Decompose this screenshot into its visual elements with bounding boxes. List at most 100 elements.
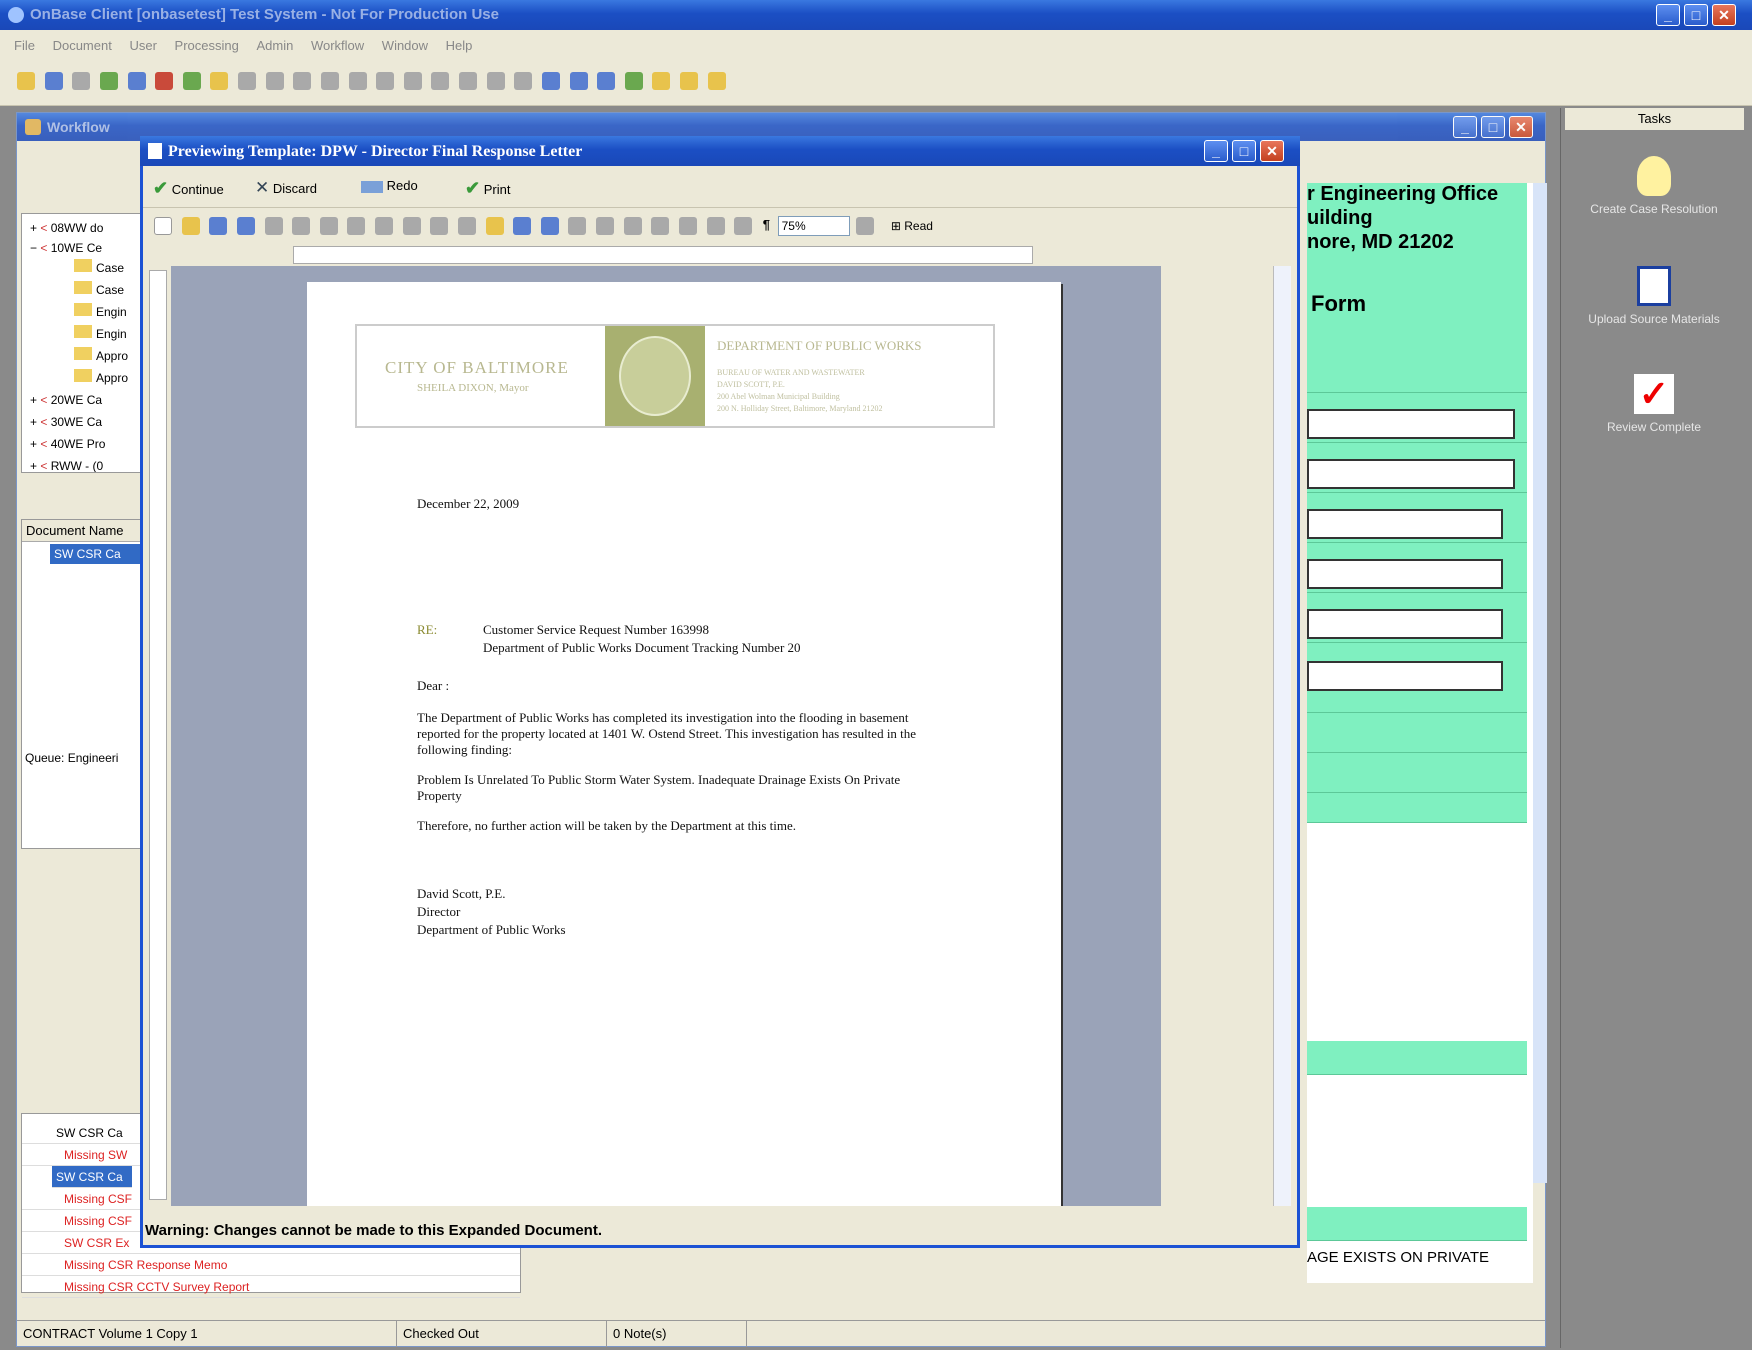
menu-help[interactable]: Help [446,38,473,53]
tree-queue[interactable]: + < RWW - (0 [30,456,103,472]
select-icon[interactable] [403,72,422,90]
continue-button[interactable]: ✔ Continue [153,178,224,199]
save-icon[interactable] [238,72,256,90]
retrieve-icon[interactable] [44,72,63,90]
filter-icon[interactable] [624,72,643,90]
insert-table-icon[interactable] [623,217,642,235]
note-icon[interactable] [486,72,505,90]
help-icon[interactable] [856,217,875,235]
scan-icon[interactable] [265,72,284,90]
forward-icon[interactable] [320,72,339,90]
tree-queue[interactable]: + < 40WE Pro [30,434,105,454]
redo-icon[interactable] [540,217,559,235]
form-field[interactable] [1307,559,1503,589]
form-field[interactable] [1307,661,1503,691]
form-field[interactable] [1307,409,1515,439]
menu-processing[interactable]: Processing [175,38,239,53]
format-painter-icon[interactable] [485,217,504,235]
workflow-minimize-button[interactable]: _ [1453,116,1477,138]
move-icon[interactable] [348,72,367,90]
print-button[interactable]: ✔ Print [465,178,510,199]
tree-folder[interactable]: Appro [74,346,128,366]
preview-close-button[interactable]: ✕ [1260,140,1284,162]
redo-button[interactable]: Redo [361,178,418,193]
excel-icon[interactable] [651,217,670,235]
related-doc-item[interactable]: Missing CSR CCTV Survey Report [22,1276,520,1298]
document-map-icon[interactable] [734,217,753,235]
task-upload-source-materials[interactable]: Upload Source Materials [1571,266,1737,326]
tree-folder[interactable]: Case [74,280,124,300]
tables-icon[interactable] [596,217,614,235]
menu-window[interactable]: Window [382,38,428,53]
form-field[interactable] [1307,609,1503,639]
email-icon[interactable] [264,217,283,235]
drawing-icon[interactable] [706,217,725,235]
menu-user[interactable]: User [129,38,156,53]
related-doc-item[interactable]: SW CSR Ca [52,1166,132,1188]
maximize-button[interactable]: □ [1684,4,1708,26]
minus-icon[interactable] [376,72,395,90]
tree-folder[interactable]: Appro [74,368,128,388]
preview-minimize-button[interactable]: _ [1204,140,1228,162]
new-doc-icon[interactable] [154,217,172,235]
menu-file[interactable]: File [14,38,35,53]
tree-queue[interactable]: + < 30WE Ca [30,412,102,432]
save-icon[interactable] [209,217,228,235]
new-icon[interactable] [17,72,35,90]
menu-admin[interactable]: Admin [256,38,293,53]
cut-icon[interactable] [402,217,421,235]
open-icon[interactable] [181,217,200,235]
print-icon[interactable] [292,217,311,235]
menu-workflow[interactable]: Workflow [311,38,364,53]
menu-document[interactable]: Document [53,38,112,53]
import-icon[interactable] [99,72,118,90]
task-create-case-resolution[interactable]: Create Case Resolution [1571,156,1737,216]
copy-icon[interactable] [430,217,449,235]
share-icon[interactable] [182,72,201,90]
tile-icon[interactable] [541,72,560,90]
minimize-button[interactable]: _ [1656,4,1680,26]
form-field[interactable] [1307,459,1515,489]
tree-folder[interactable]: Engin [74,324,127,344]
folder-icon[interactable] [210,72,229,90]
preview-maximize-button[interactable]: □ [1232,140,1256,162]
close-button[interactable]: ✕ [1712,4,1736,26]
task-review-complete[interactable]: ✓ Review Complete [1571,374,1737,435]
pen-icon[interactable] [459,72,477,90]
undo-icon[interactable] [513,217,532,235]
cascade-icon[interactable] [569,72,588,90]
back-icon[interactable] [293,72,312,90]
workflow-maximize-button[interactable]: □ [1481,116,1505,138]
read-icon: ⊞ [890,219,901,233]
discard-button[interactable]: ✕ Discard [255,178,317,198]
zoom-select[interactable]: 75% [777,216,850,236]
read-button[interactable]: ⊞ Read [891,219,933,233]
tree-queue[interactable]: + < 08WW do [30,218,103,238]
tree-queue[interactable]: − < 10WE Ce [30,238,102,258]
show-hide-icon[interactable]: ¶ [763,217,770,232]
document-scrollbar[interactable] [1273,266,1291,1206]
annotate-icon[interactable] [431,72,450,90]
related-doc-item[interactable]: Missing CSR Response Memo [22,1254,520,1276]
frame-icon[interactable] [514,72,533,90]
list-icon[interactable] [72,72,91,90]
workflow-icon[interactable] [155,72,174,90]
form-field[interactable] [1307,509,1503,539]
print-icon[interactable] [127,72,146,90]
briefcase-icon[interactable] [680,72,698,90]
columns-icon[interactable] [678,217,697,235]
mail-icon[interactable] [707,72,726,90]
tree-folder[interactable]: Engin [74,302,127,322]
tree-queue[interactable]: + < 20WE Ca [30,390,102,410]
tree-folder[interactable]: Case [74,258,124,278]
inbox-icon[interactable] [652,72,671,90]
window-icon[interactable] [597,72,616,90]
research-icon[interactable] [375,217,393,235]
form-scrollbar[interactable] [1533,183,1547,1183]
permission-icon[interactable] [236,217,255,235]
spelling-icon[interactable] [347,217,366,235]
hyperlink-icon[interactable] [568,217,587,235]
paste-icon[interactable] [457,217,476,235]
preview-icon[interactable] [319,217,338,235]
workflow-close-button[interactable]: ✕ [1509,116,1533,138]
